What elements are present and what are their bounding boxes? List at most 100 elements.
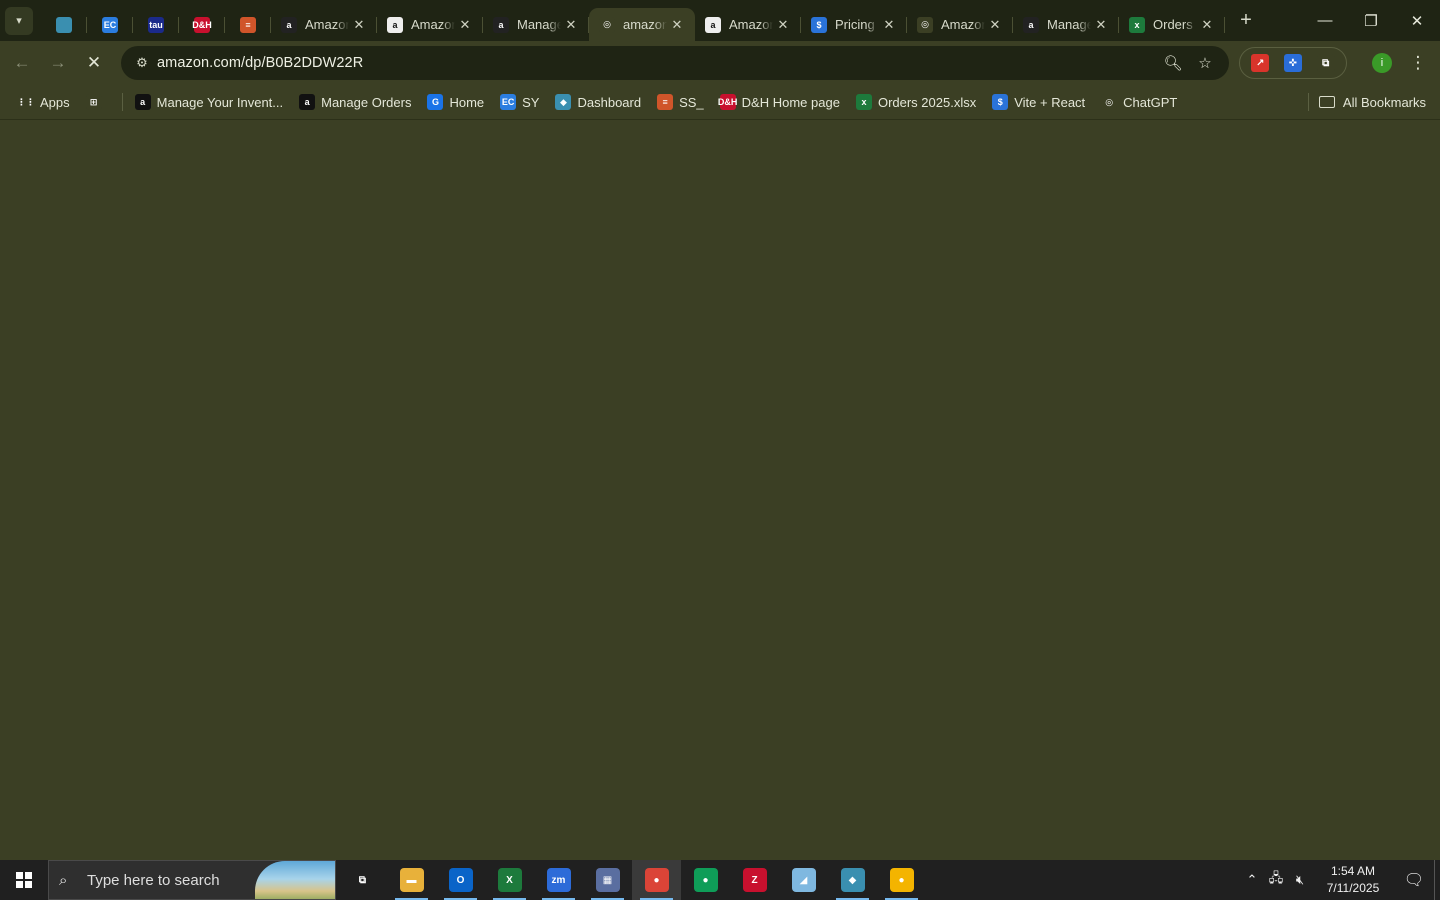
- tab-6[interactable]: a Amazon ✕: [377, 8, 483, 41]
- extensions-group: ↗ ✜ ⧉: [1239, 47, 1347, 79]
- bookmark-4[interactable]: G Home: [423, 88, 488, 116]
- clock[interactable]: 1:54 AM 7/11/2025: [1318, 863, 1388, 897]
- notifications-icon[interactable]: 🗨︎: [1394, 870, 1434, 890]
- close-tab-icon[interactable]: ✕: [563, 17, 579, 33]
- tab-0[interactable]: [41, 8, 87, 41]
- taskbar-app-9[interactable]: ◢: [779, 860, 828, 900]
- tab-1[interactable]: EC: [87, 8, 133, 41]
- taskbar-app-2[interactable]: O: [436, 860, 485, 900]
- forward-button[interactable]: →: [40, 45, 76, 81]
- all-bookmarks-button[interactable]: All Bookmarks: [1318, 88, 1426, 116]
- tab-9[interactable]: a Amazon ✕: [695, 8, 801, 41]
- bookmark-1[interactable]: ⊞: [82, 88, 112, 116]
- taskbar-app-7[interactable]: ●: [681, 860, 730, 900]
- taskbar-app-4[interactable]: zm: [534, 860, 583, 900]
- taskbar-app-1[interactable]: ▬: [387, 860, 436, 900]
- tab-3[interactable]: D&H: [179, 8, 225, 41]
- layers-icon: ≡: [240, 16, 256, 33]
- bookmark-5[interactable]: EC SY: [496, 88, 543, 116]
- amazon-icon: a: [493, 16, 509, 33]
- tab-list: EC tau D&H ≡ a Amazon ✕ a Amazon ✕ a Manage ✕ ◎ amazon…: [41, 0, 1225, 41]
- browser-menu-button[interactable]: ⋮: [1408, 49, 1428, 77]
- bookmark-10[interactable]: $ Vite + React: [988, 88, 1089, 116]
- tab-4[interactable]: ≡: [225, 8, 271, 41]
- tab-8[interactable]: ◎ amazon ✕: [589, 8, 695, 41]
- close-tab-icon[interactable]: ✕: [1199, 17, 1215, 33]
- zoom-icon[interactable]: 🔍︎: [1157, 54, 1189, 72]
- taskbar-app-6[interactable]: ●: [632, 860, 681, 900]
- start-button[interactable]: [0, 860, 48, 900]
- taskbar-app-3[interactable]: X: [485, 860, 534, 900]
- tab-10[interactable]: $ Pricing ✕: [801, 8, 907, 41]
- profile-avatar[interactable]: i: [1372, 53, 1392, 73]
- close-tab-icon[interactable]: ✕: [351, 17, 367, 33]
- tab-7[interactable]: a Manage ✕: [483, 8, 589, 41]
- extensions-icon[interactable]: ⧉: [1316, 54, 1335, 72]
- tau-icon: tau: [148, 16, 164, 33]
- bookmark-7[interactable]: ≡ SS_: [653, 88, 708, 116]
- dh-icon: D&H: [192, 16, 212, 33]
- ec-icon: EC: [500, 94, 517, 110]
- restore-button[interactable]: ❐: [1348, 0, 1394, 41]
- bookmark-0[interactable]: ⋮⋮ Apps: [14, 88, 74, 116]
- notepad-icon: ◢: [791, 868, 816, 892]
- address-bar[interactable]: ⚙ amazon.com/dp/B0B2DDW22R 🔍︎ ☆: [121, 46, 1229, 80]
- bookmarks-bar: ⋮⋮ Apps ⊞ a Manage Your Invent... a Manage Ord…: [0, 85, 1440, 120]
- close-tab-icon[interactable]: ✕: [881, 17, 897, 33]
- tab-search-button[interactable]: ▾: [5, 6, 33, 35]
- bookmark-9[interactable]: x Orders 2025.xlsx: [852, 88, 980, 116]
- dollar-icon: $: [992, 94, 1009, 110]
- minimize-button[interactable]: —: [1302, 0, 1348, 41]
- close-tab-icon[interactable]: ✕: [1093, 17, 1109, 33]
- url-text[interactable]: amazon.com/dp/B0B2DDW22R: [157, 55, 363, 71]
- taskbar-search[interactable]: ⌕ Type here to search: [48, 860, 336, 900]
- taskbar-app-11[interactable]: ●: [877, 860, 926, 900]
- chrome-user-icon: ●: [889, 868, 914, 892]
- close-window-button[interactable]: ✕: [1394, 0, 1440, 41]
- back-button[interactable]: ←: [4, 45, 40, 81]
- close-tab-icon[interactable]: ✕: [669, 17, 685, 33]
- folder-icon: [1318, 96, 1335, 108]
- bookmarks-separator: [121, 93, 123, 111]
- diamond-icon: ◆: [555, 94, 572, 110]
- tab-13[interactable]: x Orders ✕: [1119, 8, 1225, 41]
- taskbar-app-8[interactable]: Z: [730, 860, 779, 900]
- close-tab-icon[interactable]: ✕: [457, 17, 473, 33]
- taskbar-app-0[interactable]: ⧉: [338, 860, 387, 900]
- tab-2[interactable]: tau: [133, 8, 179, 41]
- taskbar-apps: ⧉ ▬ O Xzm ▦ ● ● Z ◢ ◆ ●: [338, 860, 926, 900]
- new-tab-button[interactable]: +: [1231, 6, 1261, 36]
- show-desktop-button[interactable]: [1434, 860, 1440, 900]
- puzzle-blue-extension-icon[interactable]: ✜: [1283, 54, 1302, 72]
- bookmark-2[interactable]: a Manage Your Invent...: [131, 88, 287, 116]
- close-tab-icon[interactable]: ✕: [775, 17, 791, 33]
- calculator-icon: ▦: [595, 868, 620, 892]
- task-view-icon: ⧉: [350, 868, 375, 892]
- arrow-extension-icon[interactable]: ↗: [1251, 54, 1270, 72]
- address-bar-actions: 🔍︎ ☆: [1157, 54, 1221, 72]
- stop-loading-button[interactable]: ✕: [76, 45, 112, 81]
- bookmark-label: D&H Home page: [741, 94, 840, 110]
- bookmark-6[interactable]: ◆ Dashboard: [551, 88, 645, 116]
- bookmark-3[interactable]: a Manage Orders: [295, 88, 415, 116]
- taskbar-app-5[interactable]: ▦: [583, 860, 632, 900]
- tab-5[interactable]: a Amazon ✕: [271, 8, 377, 41]
- excel-icon: x: [1129, 16, 1145, 33]
- volume-muted-icon[interactable]: 🔇︎: [1288, 872, 1312, 888]
- apps-grid-icon: ⋮⋮: [17, 94, 35, 110]
- close-tab-icon[interactable]: ✕: [987, 17, 1003, 33]
- weather-widget-icon[interactable]: [255, 861, 335, 899]
- bookmark-8[interactable]: D&H D&H Home page: [716, 88, 844, 116]
- tab-12[interactable]: a Manage ✕: [1013, 8, 1119, 41]
- tab-title: Amazon: [411, 17, 455, 32]
- desktop: ▾ EC tau D&H ≡ a Amazon ✕ a Amazon ✕ a Manage ✕ ◎ amaz…: [0, 0, 1440, 900]
- taskbar-app-10[interactable]: ◆: [828, 860, 877, 900]
- site-settings-icon[interactable]: ⚙: [127, 55, 157, 71]
- tab-title: Orders: [1153, 17, 1193, 32]
- network-icon[interactable]: 🖧︎: [1264, 869, 1288, 891]
- chevron-up-icon[interactable]: ⌃: [1240, 872, 1264, 888]
- tab-11[interactable]: ◎ Amazon ✕: [907, 8, 1013, 41]
- file-explorer-icon: ▬: [399, 868, 424, 892]
- bookmark-star-icon[interactable]: ☆: [1189, 54, 1221, 72]
- bookmark-11[interactable]: ◎ ChatGPT: [1097, 88, 1181, 116]
